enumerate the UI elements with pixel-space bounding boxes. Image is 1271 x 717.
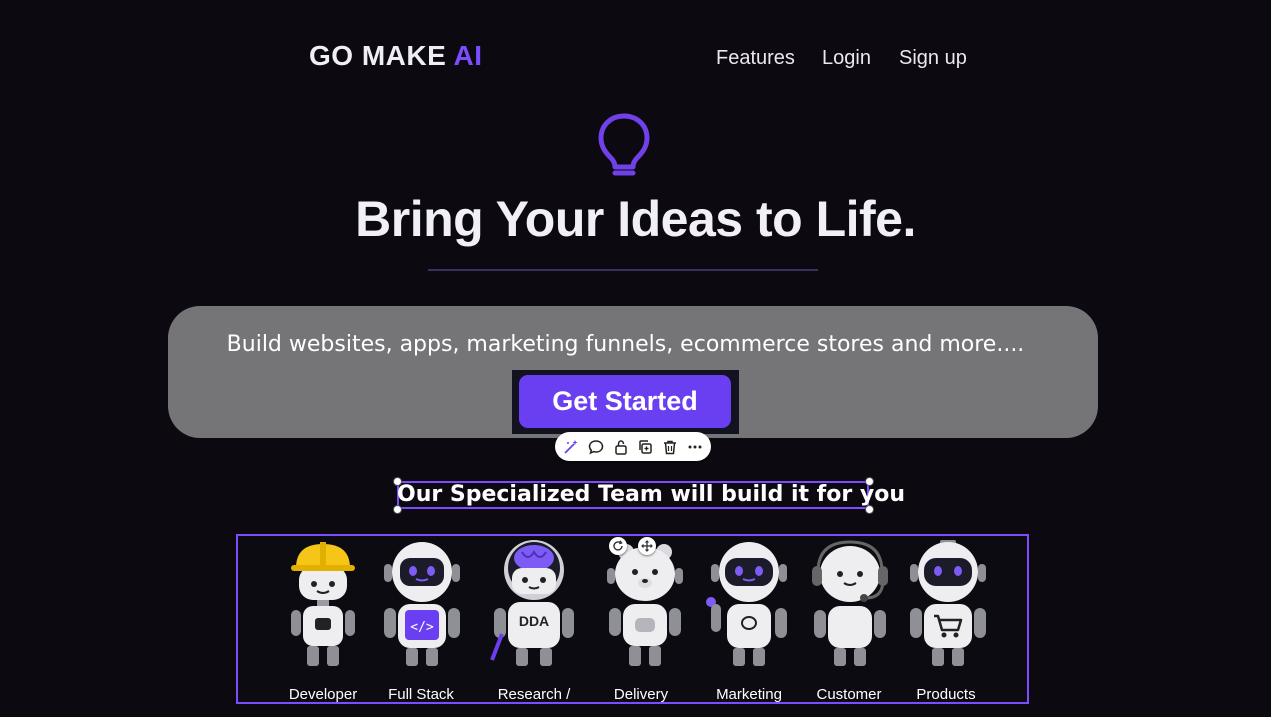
- cta-image-frame[interactable]: Get Started: [512, 370, 739, 434]
- nav-features[interactable]: Features: [716, 47, 795, 70]
- robot-label-delivery: Delivery: [613, 686, 669, 703]
- resize-handle-bottom-right[interactable]: [865, 505, 874, 514]
- svg-text:</>: </>: [410, 620, 434, 635]
- nav-login[interactable]: Login: [822, 47, 871, 70]
- duplicate-icon[interactable]: [635, 437, 655, 457]
- lightbulb-icon: [598, 113, 650, 176]
- page: GO MAKE AI Features Login Sign up Bring …: [0, 0, 1271, 717]
- robot-label-products: Products: [916, 686, 976, 703]
- nav-signup[interactable]: Sign up: [899, 47, 967, 70]
- card-description: Build websites, apps, marketing funnels,…: [226, 332, 1025, 357]
- more-icon[interactable]: [685, 437, 705, 457]
- robot-label-marketing: Marketing: [716, 686, 782, 703]
- robot-cart-icon: [910, 540, 986, 666]
- team-robots-image[interactable]: </> DDA Developer Full Stack Research / …: [236, 534, 1029, 704]
- hero-divider: [428, 269, 818, 271]
- rotate-icon[interactable]: [609, 537, 627, 555]
- magic-edit-icon[interactable]: [561, 437, 581, 457]
- robot-hardhat-icon: [291, 542, 355, 666]
- robot-code-icon: </>: [384, 542, 460, 666]
- hero-title: Bring Your Ideas to Life.: [355, 191, 916, 247]
- brand-logo[interactable]: GO MAKE AI: [309, 40, 483, 72]
- resize-handle-top-right[interactable]: [865, 477, 874, 486]
- trash-icon[interactable]: [660, 437, 680, 457]
- robot-label-customer: Customer: [816, 686, 882, 703]
- element-toolbar: [555, 432, 711, 461]
- robot-label-full-stack: Full Stack: [388, 686, 454, 703]
- brand-accent: AI: [453, 40, 483, 71]
- robot-brain-icon: DDA: [490, 540, 574, 666]
- team-heading[interactable]: Our Specialized Team will build it for y…: [397, 481, 905, 509]
- robot-headset-icon: [812, 540, 888, 666]
- comment-icon[interactable]: [586, 437, 606, 457]
- lock-icon[interactable]: [611, 437, 631, 457]
- robot-bear-icon: [607, 544, 683, 666]
- robot-marketing-icon: [706, 542, 787, 666]
- robot-label-research: Research /: [497, 686, 571, 703]
- resize-handle-bottom-left[interactable]: [393, 505, 402, 514]
- move-icon[interactable]: [638, 537, 656, 555]
- robot-label-developer: Developer: [288, 686, 358, 703]
- brand-name: GO MAKE: [309, 40, 454, 71]
- resize-handle-top-left[interactable]: [393, 477, 402, 486]
- robot-badge: DDA: [519, 613, 549, 629]
- get-started-button[interactable]: Get Started: [519, 375, 731, 428]
